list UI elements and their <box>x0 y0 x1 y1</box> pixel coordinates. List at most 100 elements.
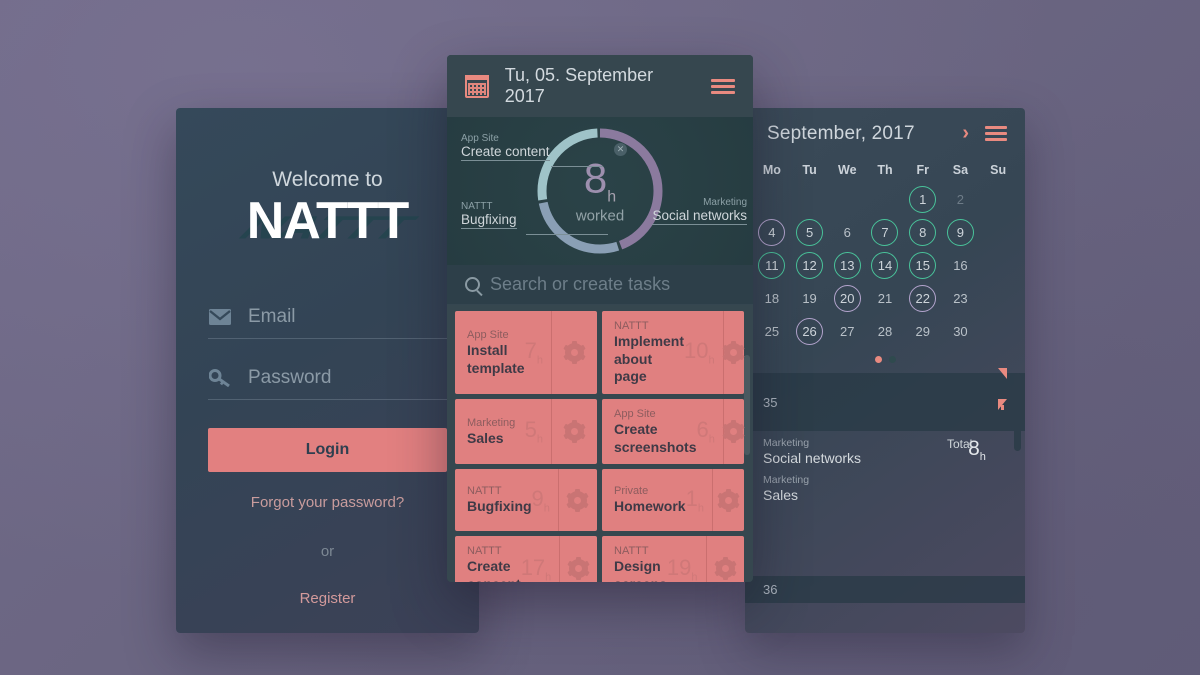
calendar-day-number[interactable]: 7 <box>871 219 899 246</box>
task-card[interactable]: NATTT Bugfixing 9h <box>455 469 597 532</box>
calendar-day-number[interactable]: 23 <box>947 285 974 312</box>
list-item[interactable]: Marketing Sales <box>763 474 947 505</box>
calendar-day-cell[interactable]: 21 <box>866 282 904 315</box>
calendar-day-cell[interactable]: 20 <box>828 282 866 315</box>
gear-icon[interactable] <box>566 488 590 512</box>
forgot-password-link[interactable]: Forgot your password? <box>208 494 447 511</box>
calendar-day-cell[interactable]: 7 <box>866 216 904 249</box>
task-card-body[interactable]: NATTT Implement about page 10h <box>602 311 723 394</box>
search-bar[interactable]: Search or create tasks <box>447 265 753 305</box>
calendar-day-cell[interactable]: 19 <box>791 282 829 315</box>
task-settings-button[interactable] <box>551 311 597 394</box>
calendar-day-cell[interactable]: 25 <box>753 315 791 348</box>
calendar-day-cell[interactable]: 9 <box>942 216 980 249</box>
gear-icon[interactable] <box>567 557 590 581</box>
task-settings-button[interactable] <box>557 469 597 532</box>
task-card[interactable]: Private Homework 1h <box>602 469 744 532</box>
task-settings-button[interactable] <box>551 398 597 465</box>
calendar-day-cell[interactable]: 28 <box>866 315 904 348</box>
chart-label-create-content[interactable]: App Site Create content <box>461 133 603 167</box>
task-settings-button[interactable] <box>722 311 746 394</box>
calendar-day-number[interactable]: 19 <box>796 285 823 312</box>
filter-icon[interactable] <box>998 368 1007 425</box>
close-circle-icon[interactable]: ✕ <box>614 143 627 156</box>
email-input[interactable]: Email <box>248 306 447 328</box>
calendar-day-cell[interactable]: 8 <box>904 216 942 249</box>
calendar-day-number[interactable]: 18 <box>758 285 785 312</box>
calendar-day-cell[interactable]: 23 <box>942 282 980 315</box>
task-settings-button[interactable] <box>705 536 744 582</box>
task-card-body[interactable]: App Site Install template 7h <box>455 311 551 394</box>
calendar-day-number[interactable]: 13 <box>833 252 861 279</box>
task-card[interactable]: NATTTDesign screens19h <box>602 536 744 582</box>
gear-icon[interactable] <box>563 340 586 364</box>
task-card-body[interactable]: App Site Create screenshots 6h <box>602 399 723 464</box>
calendar-day-cell[interactable]: 2 <box>942 183 980 216</box>
calendar-day-cell[interactable]: 27 <box>828 315 866 348</box>
calendar-day-number[interactable]: 26 <box>796 318 824 345</box>
calendar-day-cell[interactable]: 15 <box>904 249 942 282</box>
gear-icon[interactable] <box>714 557 737 581</box>
calendar-day-cell[interactable]: 5 <box>791 216 829 249</box>
task-settings-button[interactable] <box>722 398 746 465</box>
calendar-icon[interactable] <box>465 74 489 98</box>
calendar-day-number[interactable]: 28 <box>871 318 898 345</box>
login-button[interactable]: Login <box>208 428 447 472</box>
calendar-day-number[interactable]: 6 <box>834 219 861 246</box>
chart-label-social-networks[interactable]: Marketing Social networks <box>652 197 747 225</box>
password-input[interactable]: Password <box>248 367 447 389</box>
calendar-day-cell[interactable]: 29 <box>904 315 942 348</box>
calendar-day-number[interactable]: 30 <box>947 318 974 345</box>
calendar-day-number[interactable]: 21 <box>871 285 898 312</box>
calendar-day-cell[interactable]: 6 <box>828 216 866 249</box>
calendar-day-number[interactable]: 8 <box>909 219 937 246</box>
calendar-day-cell[interactable]: 26 <box>791 315 829 348</box>
register-link[interactable]: Register <box>208 590 447 607</box>
calendar-day-number[interactable]: 1 <box>909 186 937 213</box>
calendar-day-number[interactable]: 27 <box>834 318 861 345</box>
gear-icon[interactable] <box>722 419 746 443</box>
task-card-body[interactable]: NATTTCreate concept17h <box>455 536 559 582</box>
task-card[interactable]: Marketing Sales 5h <box>455 398 597 465</box>
email-field[interactable]: Email <box>208 300 447 339</box>
calendar-day-cell[interactable]: 4 <box>753 216 791 249</box>
calendar-day-number[interactable]: 11 <box>758 252 786 279</box>
task-card-body[interactable]: NATTTDesign screens19h <box>602 536 706 582</box>
calendar-day-cell[interactable]: 11 <box>753 249 791 282</box>
calendar-day-number[interactable]: 29 <box>909 318 936 345</box>
calendar-day-number[interactable]: 14 <box>871 252 899 279</box>
task-settings-button[interactable] <box>711 469 744 532</box>
calendar-day-number[interactable]: 15 <box>909 252 937 279</box>
gear-icon[interactable] <box>563 419 586 443</box>
calendar-day-cell[interactable]: 12 <box>791 249 829 282</box>
chevron-right-icon[interactable]: › <box>962 122 969 145</box>
calendar-day-number[interactable]: 4 <box>758 219 786 246</box>
gear-icon[interactable] <box>717 488 740 512</box>
calendar-day-cell[interactable]: 14 <box>866 249 904 282</box>
chart-label-bugfixing[interactable]: NATTT Bugfixing <box>461 201 608 235</box>
calendar-day-cell[interactable]: 22 <box>904 282 942 315</box>
list-item[interactable]: Marketing Social networks <box>763 437 947 468</box>
calendar-day-number[interactable]: 9 <box>946 219 974 246</box>
calendar-day-cell[interactable]: 18 <box>753 282 791 315</box>
calendar-day-cell[interactable]: 13 <box>828 249 866 282</box>
calendar-day-number[interactable]: 22 <box>909 285 937 312</box>
calendar-day-cell[interactable]: 16 <box>942 249 980 282</box>
calendar-day-number[interactable]: 12 <box>796 252 824 279</box>
calendar-day-number[interactable]: 20 <box>833 285 861 312</box>
task-card-body[interactable]: NATTT Bugfixing 9h <box>455 469 558 531</box>
calendar-day-cell[interactable]: 1 <box>904 183 942 216</box>
tasks-scrollbar[interactable] <box>744 355 750 455</box>
calendar-page-dots[interactable] <box>745 348 1025 363</box>
task-card[interactable]: NATTTCreate concept17h <box>455 536 597 582</box>
task-settings-button[interactable] <box>559 536 597 582</box>
calendar-day-number[interactable]: 25 <box>758 318 785 345</box>
task-card-body[interactable]: Marketing Sales 5h <box>455 399 551 464</box>
calendar-scrollbar[interactable] <box>1014 373 1021 451</box>
hamburger-icon[interactable] <box>985 126 1007 141</box>
calendar-day-number[interactable]: 2 <box>947 186 974 213</box>
calendar-day-number[interactable]: 16 <box>947 252 974 279</box>
task-card[interactable]: App Site Install template 7h <box>455 311 597 394</box>
task-card[interactable]: App Site Create screenshots 6h <box>602 398 746 465</box>
search-input[interactable]: Search or create tasks <box>490 274 670 295</box>
